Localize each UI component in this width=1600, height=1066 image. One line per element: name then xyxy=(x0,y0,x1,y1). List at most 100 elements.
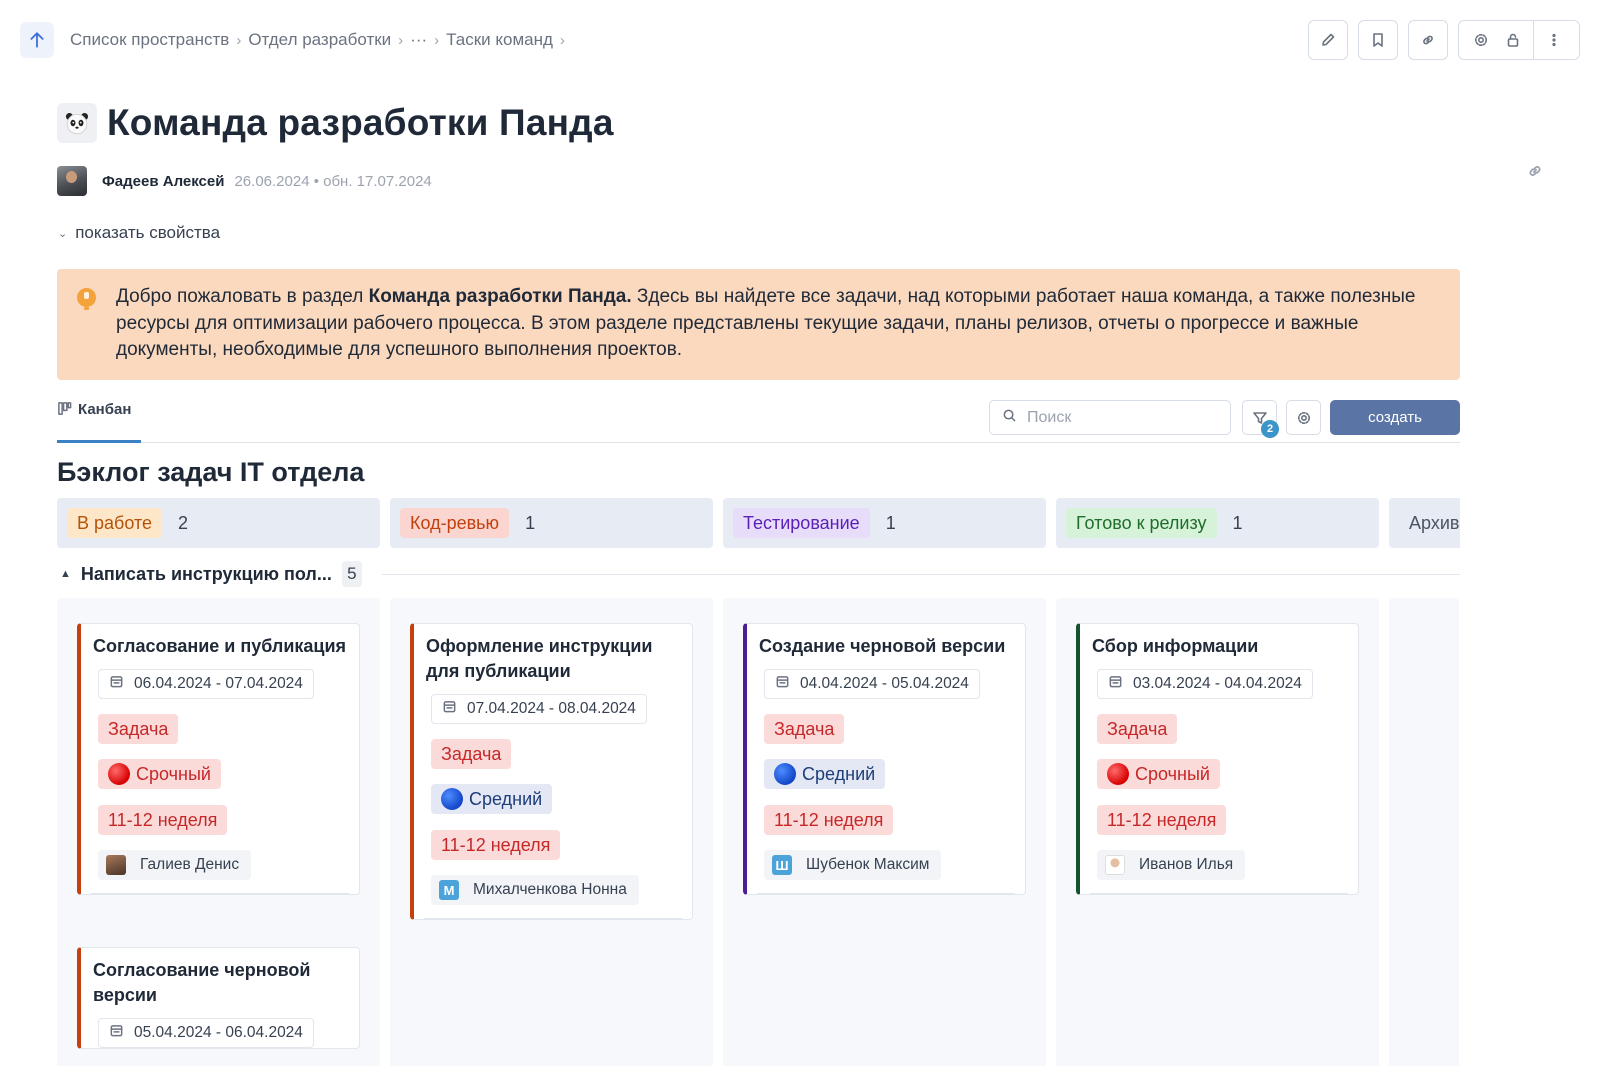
task-card[interactable]: Согласование и публикация 06.04.2024 - 0… xyxy=(77,623,360,895)
date-range[interactable]: 04.04.2024 - 05.04.2024 xyxy=(764,669,980,699)
breadcrumb-item-spaces[interactable]: Список пространств xyxy=(70,30,229,50)
search-input[interactable]: Поиск xyxy=(989,400,1231,435)
kanban-column-headers: В работе 2 Код-ревью 1 Тестирование 1 Го… xyxy=(57,498,1460,548)
search-icon xyxy=(1002,408,1017,428)
edit-button[interactable] xyxy=(1308,20,1348,60)
filter-count-badge: 2 xyxy=(1261,420,1279,438)
view-toolbar: Канбан Поиск 2 создать xyxy=(57,395,1460,443)
breadcrumb-item-dev-dept[interactable]: Отдел разработки xyxy=(248,30,391,50)
column-header-archive[interactable]: Архив xyxy=(1389,498,1460,548)
page-title: Команда разработки Панда xyxy=(107,102,614,143)
show-properties-toggle[interactable]: ⌄ показать свойства xyxy=(58,223,220,243)
callout-bold: Команда разработки Панда. xyxy=(368,286,632,307)
more-vertical-icon[interactable] xyxy=(1533,21,1573,59)
assignee-name: Иванов Илья xyxy=(1139,856,1234,873)
chevron-right-icon: › xyxy=(434,31,440,49)
column-header-ready[interactable]: Готово к релизу 1 xyxy=(1056,498,1379,548)
week-tag[interactable]: 11-12 неделя xyxy=(98,805,228,835)
pencil-icon xyxy=(1322,33,1335,46)
week-tag[interactable]: 11-12 неделя xyxy=(431,830,561,860)
red-circle-icon xyxy=(108,763,130,785)
assignee-chip[interactable]: М Михалченкова Нонна xyxy=(431,875,639,905)
priority-label: Срочный xyxy=(1135,763,1210,784)
assignee-chip[interactable]: Иванов Илья xyxy=(1097,850,1246,880)
task-card[interactable]: Согласование черновой версии 05.04.2024 … xyxy=(77,947,360,1049)
gear-icon[interactable] xyxy=(1465,21,1497,59)
create-button[interactable]: создать xyxy=(1330,400,1460,435)
board-settings-button[interactable] xyxy=(1286,400,1321,435)
lock-icon[interactable] xyxy=(1497,21,1529,59)
link-icon xyxy=(1423,35,1433,45)
bookmark-icon xyxy=(1373,33,1383,47)
priority-tag[interactable]: Срочный xyxy=(1097,759,1220,789)
type-tag[interactable]: Задача xyxy=(98,714,179,744)
top-bar: Список пространств › Отдел разработки › … xyxy=(20,20,1580,60)
priority-tag[interactable]: Средний xyxy=(431,784,553,814)
show-properties-label: показать свойства xyxy=(75,223,221,242)
card-title: Оформление инструкции для публикации xyxy=(426,636,653,681)
author-name[interactable]: Фадеев Алексей xyxy=(102,173,224,190)
column-header-code-review[interactable]: Код-ревью 1 xyxy=(390,498,713,548)
lane-ready: Сбор информации 03.04.2024 - 04.04.2024 … xyxy=(1056,598,1379,1066)
week-tag[interactable]: 11-12 неделя xyxy=(764,805,894,835)
page-actions xyxy=(1298,20,1580,60)
status-badge: В работе xyxy=(67,508,163,538)
panda-icon[interactable] xyxy=(57,103,97,143)
column-count: 2 xyxy=(178,512,189,533)
kanban-icon xyxy=(57,401,72,420)
assignee-name: Галиев Денис xyxy=(140,856,240,873)
task-card[interactable]: Оформление инструкции для публикации 07.… xyxy=(410,623,693,920)
date-range-text: 07.04.2024 - 08.04.2024 xyxy=(467,700,636,717)
red-circle-icon xyxy=(1107,763,1129,785)
type-tag[interactable]: Задача xyxy=(1097,714,1178,744)
link-icon[interactable] xyxy=(1526,162,1544,185)
priority-tag[interactable]: Срочный xyxy=(98,759,221,789)
week-tag[interactable]: 11-12 неделя xyxy=(1097,805,1227,835)
date-range[interactable]: 06.04.2024 - 07.04.2024 xyxy=(98,669,314,699)
column-header-testing[interactable]: Тестирование 1 xyxy=(723,498,1046,548)
avatar xyxy=(1105,855,1125,875)
welcome-callout: Добро пожаловать в раздел Команда разраб… xyxy=(57,269,1460,380)
assignee-name: Шубенок Максим xyxy=(806,856,930,873)
gear-icon xyxy=(1297,411,1310,424)
task-card[interactable]: Создание черновой версии 04.04.2024 - 05… xyxy=(743,623,1026,895)
avatar[interactable] xyxy=(57,166,87,196)
column-header-in-progress[interactable]: В работе 2 xyxy=(57,498,380,548)
tab-kanban[interactable]: Канбан xyxy=(57,395,141,443)
copy-link-button[interactable] xyxy=(1408,20,1448,60)
priority-tag[interactable]: Средний xyxy=(764,759,886,789)
card-footer xyxy=(424,905,682,919)
bookmark-button[interactable] xyxy=(1358,20,1398,60)
assignee-chip[interactable]: Галиев Денис xyxy=(98,850,252,880)
assignee-chip[interactable]: Ш Шубенок Максим xyxy=(764,850,942,880)
swimlane-group[interactable]: ▲ Написать инструкцию пол... 5 xyxy=(60,559,1460,589)
tab-kanban-label: Канбан xyxy=(78,401,132,418)
collapse-triangle-icon[interactable]: ▲ xyxy=(60,568,71,580)
arrow-up-icon[interactable] xyxy=(20,22,54,58)
date-range[interactable]: 05.04.2024 - 06.04.2024 xyxy=(98,1018,314,1048)
column-count: 1 xyxy=(885,512,896,533)
divider xyxy=(381,573,1460,575)
lane-testing: Создание черновой версии 04.04.2024 - 05… xyxy=(723,598,1046,1066)
lane-code-review: Оформление инструкции для публикации 07.… xyxy=(390,598,713,1066)
date-range[interactable]: 07.04.2024 - 08.04.2024 xyxy=(431,694,647,724)
type-tag[interactable]: Задача xyxy=(764,714,845,744)
breadcrumb-item-ellipsis[interactable]: ··· xyxy=(410,30,427,50)
date-range[interactable]: 03.04.2024 - 04.04.2024 xyxy=(1097,669,1313,699)
column-count: 1 xyxy=(1232,512,1243,533)
search-placeholder: Поиск xyxy=(1027,408,1072,426)
date-range-text: 05.04.2024 - 06.04.2024 xyxy=(134,1024,303,1041)
task-card[interactable]: Сбор информации 03.04.2024 - 04.04.2024 … xyxy=(1076,623,1359,895)
card-title: Согласование черновой версии xyxy=(93,960,311,1005)
card-title: Создание черновой версии xyxy=(759,636,1006,656)
card-footer xyxy=(757,880,1015,894)
card-title: Согласование и публикация xyxy=(93,636,347,656)
card-footer xyxy=(1090,880,1348,894)
calendar-icon xyxy=(775,674,790,694)
avatar: Ш xyxy=(772,855,792,875)
breadcrumb-item-team-tasks[interactable]: Таски команд xyxy=(446,30,553,50)
assignee-name: Михалченкова Нонна xyxy=(473,881,627,898)
group-count: 5 xyxy=(341,561,362,587)
type-tag[interactable]: Задача xyxy=(431,739,512,769)
date-range-text: 03.04.2024 - 04.04.2024 xyxy=(1133,675,1302,692)
